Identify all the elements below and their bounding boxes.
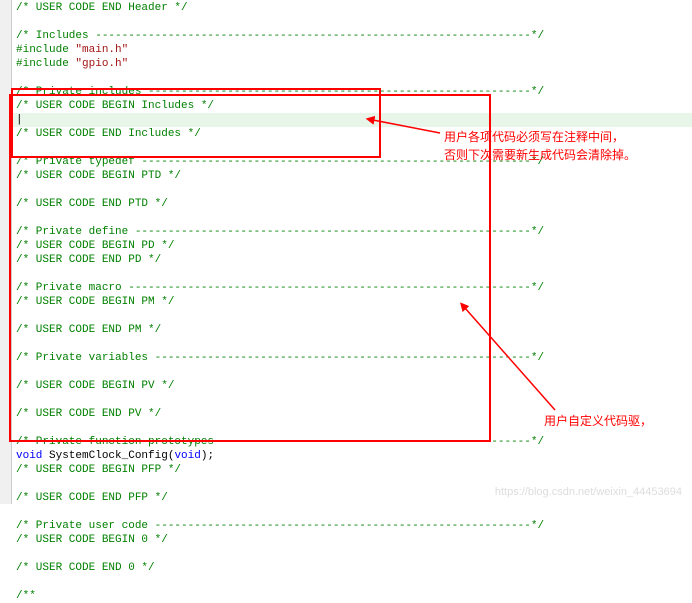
code-line[interactable]: /* Includes ----------------------------… (12, 29, 692, 43)
code-line[interactable]: | (12, 113, 692, 127)
code-line[interactable]: /* USER CODE END PD */ (12, 253, 692, 267)
code-line[interactable]: /** (12, 589, 692, 603)
code-line[interactable]: /* Private macro -----------------------… (12, 281, 692, 295)
code-line[interactable] (12, 15, 692, 29)
code-line[interactable]: /* Private includes --------------------… (12, 85, 692, 99)
code-line[interactable] (12, 309, 692, 323)
annotation-text-2: 用户自定义代码驱， (544, 412, 652, 430)
code-line[interactable]: /* USER CODE BEGIN 0 */ (12, 533, 692, 547)
code-line[interactable] (12, 71, 692, 85)
code-line[interactable] (12, 575, 692, 589)
code-line[interactable]: /* Private define ----------------------… (12, 225, 692, 239)
watermark: https://blog.csdn.net/weixin_44453694 (495, 486, 682, 498)
code-line[interactable] (12, 337, 692, 351)
code-line[interactable]: /* USER CODE BEGIN PD */ (12, 239, 692, 253)
annotation-text-1: 用户各项代码必须写在注释中间， 否则下次需要新生成代码会清除掉。 (444, 128, 636, 164)
editor-gutter (0, 0, 12, 504)
code-line[interactable]: #include "gpio.h" (12, 57, 692, 71)
code-line[interactable]: /* USER CODE BEGIN PFP */ (12, 463, 692, 477)
code-line[interactable]: /* Private user code -------------------… (12, 519, 692, 533)
code-line[interactable] (12, 505, 692, 519)
code-line[interactable] (12, 183, 692, 197)
code-line[interactable] (12, 547, 692, 561)
annotation-line: 用户各项代码必须写在注释中间， (444, 128, 636, 146)
code-line[interactable]: #include "main.h" (12, 43, 692, 57)
code-line[interactable] (12, 211, 692, 225)
annotation-line: 否则下次需要新生成代码会清除掉。 (444, 146, 636, 164)
code-line[interactable]: /* USER CODE BEGIN Includes */ (12, 99, 692, 113)
code-line[interactable]: /* Private variables -------------------… (12, 351, 692, 365)
code-line[interactable]: /* USER CODE BEGIN PM */ (12, 295, 692, 309)
code-line[interactable]: /* USER CODE END PTD */ (12, 197, 692, 211)
code-line[interactable]: /* USER CODE END PM */ (12, 323, 692, 337)
code-line[interactable]: /* USER CODE BEGIN PV */ (12, 379, 692, 393)
code-line[interactable]: /* Private function prototypes ---------… (12, 435, 692, 449)
code-line[interactable] (12, 393, 692, 407)
code-line[interactable]: /* USER CODE BEGIN PTD */ (12, 169, 692, 183)
code-line[interactable] (12, 365, 692, 379)
code-line[interactable]: void SystemClock_Config(void); (12, 449, 692, 463)
code-line[interactable]: /* USER CODE END 0 */ (12, 561, 692, 575)
code-line[interactable]: /* USER CODE END Header */ (12, 1, 692, 15)
code-line[interactable] (12, 267, 692, 281)
